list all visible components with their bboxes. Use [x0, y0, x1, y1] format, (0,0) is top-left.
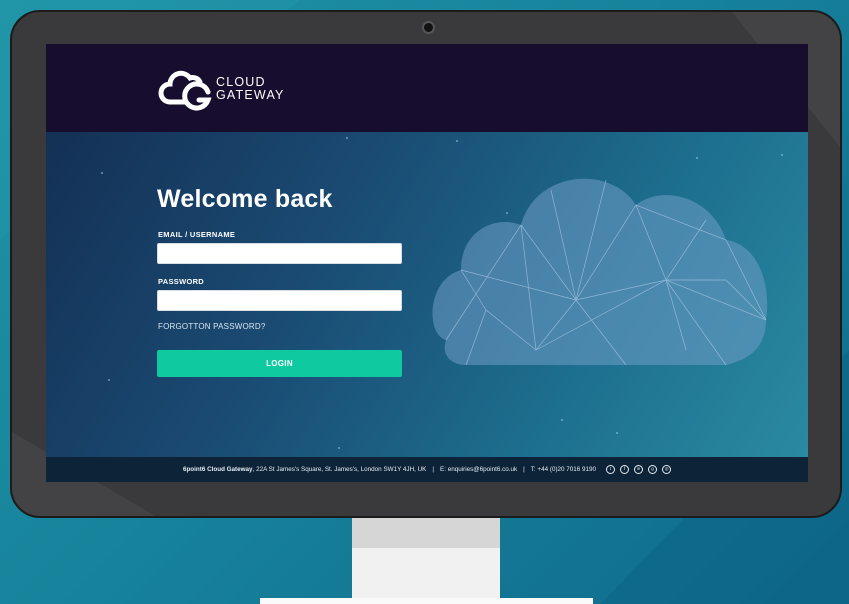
- screen: CLOUD GATEWAY Welcome back EMAIL / USERN…: [46, 44, 808, 482]
- monitor-frame: CLOUD GATEWAY Welcome back EMAIL / USERN…: [10, 10, 842, 518]
- email-field[interactable]: [157, 243, 402, 264]
- cloud-g-logo-icon: [158, 70, 212, 111]
- star-dot: [338, 447, 340, 449]
- social-links: t f in g ◎: [606, 465, 672, 474]
- login-section: Welcome back EMAIL / USERNAME PASSWORD F…: [46, 132, 808, 457]
- star-dot: [346, 137, 348, 139]
- brand-logo[interactable]: CLOUD GATEWAY: [156, 66, 285, 112]
- cloud-illustration: [432, 178, 768, 366]
- star-dot: [108, 379, 110, 381]
- star-dot: [696, 157, 698, 159]
- forgot-password-link[interactable]: FORGOTTON PASSWORD?: [158, 322, 266, 331]
- star-dot: [616, 432, 618, 434]
- password-label: PASSWORD: [158, 277, 205, 286]
- footer-separator: |: [432, 466, 435, 473]
- monitor-base: [260, 598, 593, 604]
- stand-shadow: [352, 518, 500, 548]
- footer-address: , 22A St James's Square, St. James's, Lo…: [252, 466, 427, 473]
- password-field[interactable]: [157, 290, 402, 311]
- footer-separator: |: [523, 466, 525, 473]
- star-dot: [101, 172, 103, 174]
- site-header: CLOUD GATEWAY: [46, 44, 808, 132]
- brand-wordmark: CLOUD GATEWAY: [216, 76, 285, 102]
- star-dot: [561, 419, 563, 421]
- login-button[interactable]: LOGIN: [157, 350, 402, 377]
- footer-company: 6point6 Cloud Gateway: [182, 466, 253, 473]
- footer-email[interactable]: E: enquiries@6point6.co.uk: [440, 466, 517, 473]
- email-label: EMAIL / USERNAME: [158, 230, 236, 239]
- star-dot: [781, 154, 783, 156]
- linkedin-icon[interactable]: in: [634, 465, 644, 474]
- webcam-icon: [422, 21, 435, 34]
- monitor-stand: [352, 518, 500, 604]
- page-title: Welcome back: [157, 185, 333, 213]
- twitter-icon[interactable]: t: [606, 465, 616, 474]
- star-dot: [456, 140, 458, 142]
- instagram-icon[interactable]: ◎: [662, 465, 672, 474]
- brand-line2: GATEWAY: [216, 88, 285, 102]
- facebook-icon[interactable]: f: [620, 465, 630, 474]
- footer-phone: T: +44 (0)20 7016 9190: [530, 466, 597, 473]
- site-footer: 6point6 Cloud Gateway , 22A St James's S…: [46, 457, 808, 482]
- google-plus-icon[interactable]: g: [648, 465, 658, 474]
